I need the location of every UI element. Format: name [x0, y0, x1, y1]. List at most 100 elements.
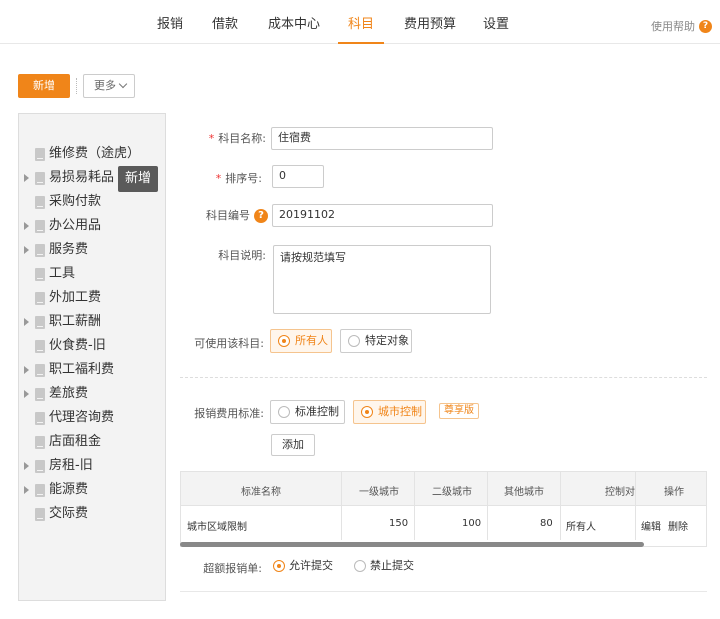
standards-table: 标准名称 一级城市 二级城市 其他城市 控制对 操作 城市区域限制 150 10…: [180, 471, 707, 547]
table-cell: 150: [389, 518, 409, 529]
help-label: 使用帮助: [651, 20, 695, 33]
tab-reimburse[interactable]: 报销: [152, 0, 188, 44]
tree-item-label: 维修费（途虎）: [49, 146, 141, 161]
help-icon: ?: [699, 19, 712, 33]
more-label: 更多: [94, 79, 116, 92]
more-dropdown[interactable]: 更多: [83, 74, 135, 98]
desc-label: 科目说明:: [218, 249, 266, 262]
usable-label: 可使用该科目:: [194, 337, 264, 350]
tree-item-label: 工具: [49, 266, 76, 281]
new-button[interactable]: 新增: [18, 74, 70, 98]
standard-label: 报销费用标准:: [194, 407, 264, 420]
footer-divider: [180, 591, 707, 592]
code-label: 科目编号?: [190, 207, 268, 223]
document-icon: [35, 484, 45, 497]
allow-submit-radio[interactable]: 允许提交: [273, 559, 333, 573]
document-icon: [35, 388, 45, 401]
radio-selected-icon: [278, 335, 290, 347]
help-icon[interactable]: ?: [254, 209, 268, 223]
expand-arrow-icon[interactable]: [24, 246, 29, 254]
document-icon: [35, 268, 45, 281]
table-cell: 所有人: [566, 522, 596, 533]
expand-arrow-icon[interactable]: [24, 318, 29, 326]
standard-control-radio[interactable]: 标准控制: [270, 400, 345, 424]
edit-link[interactable]: 编辑: [641, 518, 661, 533]
tree-item-label: 职工薪酬: [49, 314, 102, 329]
tab-settings[interactable]: 设置: [478, 0, 514, 44]
document-icon: [35, 364, 45, 377]
tree-item-label: 外加工费: [49, 290, 102, 305]
table-cell: 城市区域限制: [187, 522, 247, 533]
table-header-cell: 操作: [664, 487, 684, 498]
table-header-cell: 二级城市: [432, 487, 472, 498]
document-icon: [35, 196, 45, 209]
tree-item-label: 房租-旧: [49, 458, 93, 473]
tree-item-label: 店面租金: [49, 434, 102, 449]
document-icon: [35, 148, 45, 161]
usable-all-radio[interactable]: 所有人: [270, 329, 332, 353]
subject-code-input[interactable]: 20191102: [272, 204, 493, 227]
section-divider: [180, 377, 707, 378]
add-standard-button[interactable]: 添加: [271, 434, 315, 456]
delete-link[interactable]: 删除: [668, 518, 688, 533]
document-icon: [35, 316, 45, 329]
table-header: 标准名称 一级城市 二级城市 其他城市 控制对 操作: [181, 472, 706, 506]
document-icon: [35, 172, 45, 185]
tab-subject[interactable]: 科目: [338, 0, 384, 44]
document-icon: [35, 436, 45, 449]
table-header-cell: 控制对: [605, 487, 635, 498]
tree-item-label: 伙食费-旧: [49, 338, 106, 353]
tree-item-label: 服务费: [49, 242, 89, 257]
radio-selected-icon: [273, 560, 285, 572]
tree-item-label: 差旅费: [49, 386, 89, 401]
document-icon: [35, 340, 45, 353]
sort-label: * 排序号:: [215, 172, 262, 185]
name-label: * 科目名称:: [208, 132, 266, 145]
expand-arrow-icon[interactable]: [24, 222, 29, 230]
tree-item-label: 易损易耗品: [49, 170, 115, 185]
tab-loan[interactable]: 借款: [207, 0, 243, 44]
radio-icon: [354, 560, 366, 572]
tree-item-label: 能源费: [49, 482, 89, 497]
table-header-cell: 一级城市: [359, 487, 399, 498]
tree-add-tooltip[interactable]: 新增: [118, 166, 158, 192]
table-cell: 80: [540, 518, 553, 529]
radio-selected-icon: [361, 406, 373, 418]
table-header-cell: 其他城市: [504, 487, 544, 498]
tab-budget[interactable]: 费用预算: [400, 0, 460, 44]
tree-item-label: 采购付款: [49, 194, 102, 209]
sort-number-input[interactable]: 0: [272, 165, 324, 188]
document-icon: [35, 460, 45, 473]
document-icon: [35, 412, 45, 425]
expand-arrow-icon[interactable]: [24, 390, 29, 398]
table-header-cell: 标准名称: [241, 487, 281, 498]
help-link[interactable]: 使用帮助 ?: [651, 18, 712, 34]
tree-item-label: 代理咨询费: [49, 410, 115, 425]
radio-icon: [348, 335, 360, 347]
usable-specific-radio[interactable]: 特定对象: [340, 329, 412, 353]
over-limit-label: 超额报销单:: [203, 562, 262, 575]
top-nav: 报销 借款 成本中心 科目 费用预算 设置 使用帮助 ?: [0, 0, 720, 44]
document-icon: [35, 220, 45, 233]
tree-item-label: 办公用品: [49, 218, 102, 233]
document-icon: [35, 508, 45, 521]
expand-arrow-icon[interactable]: [24, 174, 29, 182]
radio-icon: [278, 406, 290, 418]
tree-item-label: 职工福利费: [49, 362, 115, 377]
subject-name-input[interactable]: 住宿费: [271, 127, 493, 150]
document-icon: [35, 244, 45, 257]
document-icon: [35, 292, 45, 305]
forbid-submit-radio[interactable]: 禁止提交: [354, 559, 414, 573]
expand-arrow-icon[interactable]: [24, 486, 29, 494]
chevron-down-icon: [118, 79, 128, 89]
table-horizontal-scrollbar[interactable]: [180, 542, 644, 547]
tab-cost-center[interactable]: 成本中心: [264, 0, 324, 44]
subject-description-textarea[interactable]: 请按规范填写: [273, 245, 491, 314]
tree-item-label: 交际费: [49, 506, 89, 521]
table-cell: 100: [462, 518, 482, 529]
active-tab-underline: [338, 42, 384, 44]
expand-arrow-icon[interactable]: [24, 462, 29, 470]
expand-arrow-icon[interactable]: [24, 366, 29, 374]
city-control-radio[interactable]: 城市控制: [353, 400, 426, 424]
premium-badge: 尊享版: [439, 403, 479, 419]
